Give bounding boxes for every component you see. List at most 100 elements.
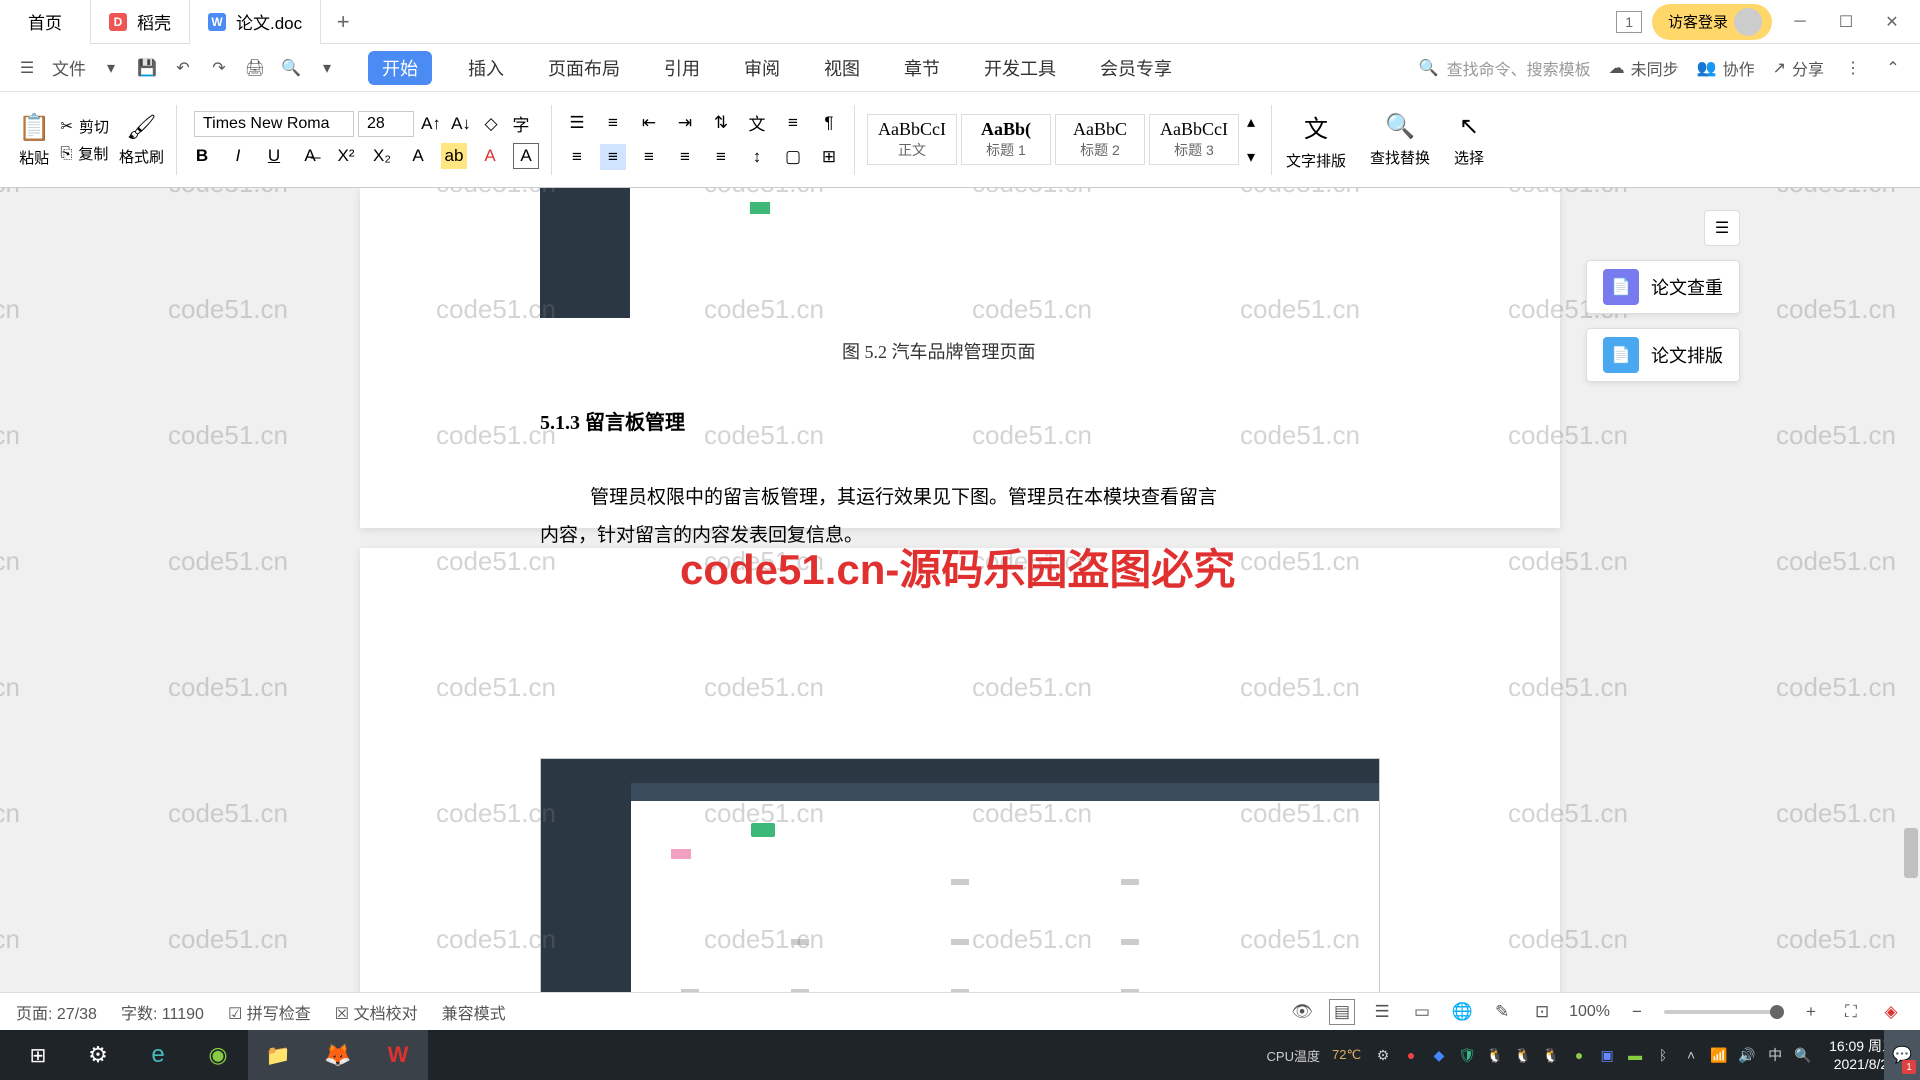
task-obs[interactable]: ⚙: [68, 1030, 128, 1080]
tray-360-icon[interactable]: ●: [1567, 1043, 1591, 1067]
tray-shield-icon[interactable]: 🛡: [1455, 1043, 1479, 1067]
spell-check-toggle[interactable]: ☑ 拼写检查: [228, 1000, 311, 1024]
tray-ime-icon[interactable]: 中: [1763, 1043, 1787, 1067]
save-icon[interactable]: ▾: [100, 57, 122, 79]
notification-button[interactable]: 💬 1: [1884, 1030, 1920, 1080]
minimize-button[interactable]: ─: [1782, 4, 1818, 40]
print-icon[interactable]: 🖨: [244, 57, 266, 79]
style-normal[interactable]: AaBbCcI正文: [867, 114, 957, 165]
task-explorer[interactable]: 📁: [248, 1030, 308, 1080]
grow-font-icon[interactable]: A↑: [418, 111, 444, 137]
select-button[interactable]: ↖选择: [1444, 112, 1494, 168]
tray-qq1-icon[interactable]: 🐧: [1483, 1043, 1507, 1067]
align-right-button[interactable]: ≡: [636, 144, 662, 170]
search-commands[interactable]: 🔍 查找命令、搜索模板: [1419, 56, 1591, 80]
tray-app-icon[interactable]: ▣: [1595, 1043, 1619, 1067]
paste-button[interactable]: 📋 粘贴: [18, 112, 50, 168]
style-h3[interactable]: AaBbCcI标题 3: [1149, 114, 1239, 165]
vertical-scrollbar[interactable]: [1902, 188, 1920, 990]
tray-wifi-icon[interactable]: 📶: [1707, 1043, 1731, 1067]
outline-icon[interactable]: ☰: [1369, 999, 1395, 1025]
share-button[interactable]: ↗分享: [1773, 56, 1824, 80]
tray-qq3-icon[interactable]: 🐧: [1539, 1043, 1563, 1067]
clear-format-icon[interactable]: ◇: [478, 111, 504, 137]
best-fit-icon[interactable]: ◈: [1878, 999, 1904, 1025]
collapse-ribbon-icon[interactable]: ⌃: [1882, 57, 1904, 79]
align-center-button[interactable]: ≡: [600, 144, 626, 170]
sort-button[interactable]: ⇅: [708, 110, 734, 136]
eye-icon[interactable]: 👁: [1289, 999, 1315, 1025]
distribute-button[interactable]: ≡: [708, 144, 734, 170]
menu-dev[interactable]: 开发工具: [976, 51, 1064, 85]
increase-indent-button[interactable]: ⇥: [672, 110, 698, 136]
menu-vip[interactable]: 会员专享: [1092, 51, 1180, 85]
underline-button[interactable]: U: [261, 143, 287, 169]
side-toggle-button[interactable]: ☰: [1704, 210, 1740, 246]
subscript-button[interactable]: X₂: [369, 143, 395, 169]
print-layout-icon[interactable]: ▤: [1329, 999, 1355, 1025]
cut-button[interactable]: ✂剪切: [60, 116, 109, 137]
more-menu-icon[interactable]: ⋮: [1842, 57, 1864, 79]
guest-login-button[interactable]: 访客登录: [1652, 4, 1772, 40]
plagiarism-check-button[interactable]: 📄 论文查重: [1586, 260, 1740, 314]
redo-icon[interactable]: ↷: [208, 57, 230, 79]
menu-ref[interactable]: 引用: [656, 51, 708, 85]
paper-format-button[interactable]: 📄 论文排版: [1586, 328, 1740, 382]
start-button[interactable]: ⊞: [8, 1030, 68, 1080]
menu-start[interactable]: 开始: [368, 51, 432, 85]
tray-volume-icon[interactable]: 🔊: [1735, 1043, 1759, 1067]
shading-button[interactable]: ▢: [780, 144, 806, 170]
task-ie[interactable]: e: [128, 1030, 188, 1080]
zoom-in-button[interactable]: +: [1798, 999, 1824, 1025]
char-border-button[interactable]: A: [513, 143, 539, 169]
find-replace-button[interactable]: 🔍查找替换: [1360, 112, 1440, 168]
tab-count[interactable]: 1: [1616, 11, 1642, 33]
collab-button[interactable]: 👥协作: [1697, 56, 1755, 80]
font-name-select[interactable]: [194, 111, 354, 137]
scroll-thumb[interactable]: [1904, 828, 1918, 878]
style-h1[interactable]: AaBb(标题 1: [961, 114, 1051, 165]
save-button[interactable]: 💾: [136, 57, 158, 79]
menu-layout[interactable]: 页面布局: [540, 51, 628, 85]
task-wps[interactable]: W: [368, 1030, 428, 1080]
numbering-button[interactable]: ≡: [600, 110, 626, 136]
tray-gadget-icon[interactable]: ⚙: [1371, 1043, 1395, 1067]
menu-insert[interactable]: 插入: [460, 51, 512, 85]
close-button[interactable]: ✕: [1874, 4, 1910, 40]
maximize-button[interactable]: ☐: [1828, 4, 1864, 40]
font-size-select[interactable]: [358, 111, 414, 137]
highlight-button[interactable]: ab: [441, 143, 467, 169]
qat-more[interactable]: ▾: [316, 57, 338, 79]
menu-chapter[interactable]: 章节: [896, 51, 948, 85]
tray-bluetooth-icon[interactable]: ᛒ: [1651, 1043, 1675, 1067]
phonetic-icon[interactable]: 字: [508, 111, 534, 137]
fit-page-icon[interactable]: ⊡: [1529, 999, 1555, 1025]
tray-nvidia-icon[interactable]: ▬: [1623, 1043, 1647, 1067]
page-indicator[interactable]: 页面: 27/38: [16, 1000, 97, 1024]
undo-icon[interactable]: ↶: [172, 57, 194, 79]
superscript-button[interactable]: X²: [333, 143, 359, 169]
bullets-button[interactable]: ☰: [564, 110, 590, 136]
sync-status[interactable]: ☁未同步: [1609, 56, 1679, 80]
menu-view[interactable]: 视图: [816, 51, 868, 85]
web-layout-icon[interactable]: 🌐: [1449, 999, 1475, 1025]
justify-button[interactable]: ≡: [672, 144, 698, 170]
menu-review[interactable]: 审阅: [736, 51, 788, 85]
decrease-indent-button[interactable]: ⇤: [636, 110, 662, 136]
preview-icon[interactable]: 🔍: [280, 57, 302, 79]
shrink-font-icon[interactable]: A↓: [448, 111, 474, 137]
task-browser[interactable]: ◉: [188, 1030, 248, 1080]
tab-docshell[interactable]: D 稻壳: [91, 0, 190, 44]
tab-document[interactable]: W 论文.doc: [190, 0, 321, 44]
proofing-toggle[interactable]: ☒ 文档校对: [335, 1000, 418, 1024]
text-layout-button[interactable]: 文文字排版: [1276, 109, 1356, 171]
line-button[interactable]: ≡: [780, 110, 806, 136]
align-left-button[interactable]: ≡: [564, 144, 590, 170]
tab-home[interactable]: 首页: [0, 0, 91, 44]
line-spacing-button[interactable]: ↕: [744, 144, 770, 170]
bold-button[interactable]: B: [189, 143, 215, 169]
tray-search-icon[interactable]: 🔍: [1791, 1043, 1815, 1067]
task-app[interactable]: 🦊: [308, 1030, 368, 1080]
styles-down-icon[interactable]: ▾: [1247, 147, 1255, 167]
new-tab-button[interactable]: +: [321, 9, 365, 35]
